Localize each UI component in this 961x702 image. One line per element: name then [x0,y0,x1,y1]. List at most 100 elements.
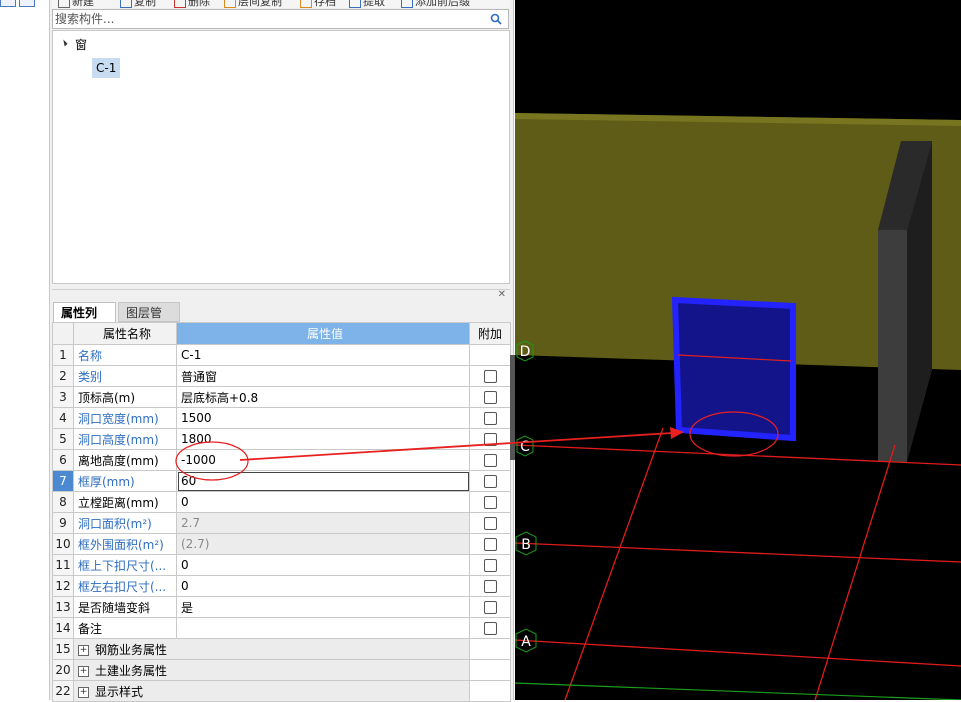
property-value[interactable]: -1000 [176,449,470,471]
header-attach[interactable]: 附加 [469,322,511,345]
table-row[interactable]: 12 框左右扣尺寸(... 0 [52,575,511,597]
property-value[interactable] [176,617,470,639]
row-number: 6 [52,449,74,471]
attach-cell [469,533,511,555]
axis-label-c-text: C [520,439,530,455]
table-row[interactable]: 14 备注 [52,617,511,639]
property-name: 名称 [73,344,177,366]
property-value[interactable]: 0 [176,491,470,513]
row-number: 15 [52,638,74,660]
table-row[interactable]: 9 洞口面积(m²) 2.7 [52,512,511,534]
property-value[interactable]: 层底标高+0.8 [176,386,470,408]
attach-checkbox[interactable] [483,433,497,446]
close-icon[interactable]: ✕ [498,289,506,300]
table-row[interactable]: 11 框上下扣尺寸(... 0 [52,554,511,576]
strip-button-1[interactable] [0,0,16,7]
tab-layer-management[interactable]: 图层管理 [118,302,180,340]
attach-cell [469,575,511,597]
property-name: 框外围面积(m²) [73,533,177,555]
table-row[interactable]: 4 洞口宽度(mm) 1500 [52,407,511,429]
attach-cell [469,365,511,387]
attach-checkbox[interactable] [483,496,497,509]
expand-icon[interactable]: + [78,686,89,698]
attach-checkbox[interactable] [483,391,497,404]
property-panel-header: ✕ [52,289,510,301]
attach-checkbox[interactable] [483,475,497,488]
tab-property-list[interactable]: 属性列表 [53,302,116,340]
attach-cell [469,386,511,408]
group-label: 钢筋业务属性 [95,642,168,657]
3d-viewport[interactable]: D C B A [515,0,961,700]
table-row[interactable]: 5 洞口高度(mm) 1800 [52,428,511,450]
table-row[interactable]: 13 是否随墙变斜是 [52,596,511,618]
attach-checkbox[interactable] [483,580,497,593]
toolbar-prefix-suffix-button[interactable]: 添加前后缀 [401,0,470,8]
search-input[interactable] [53,10,485,28]
group-header[interactable]: + 土建业务属性 [73,659,470,681]
axis-label-d-text: D [520,344,531,360]
table-row[interactable]: 7 框厚(mm) 60 [52,470,511,492]
toolbar-new-button[interactable]: 新建 [58,0,94,8]
row-number: 1 [52,344,74,366]
header-property-value[interactable]: 属性值 [176,322,470,345]
group-label: 土建业务属性 [95,663,168,678]
attach-checkbox[interactable] [483,538,497,551]
table-row[interactable]: 10 框外围面积(m²) (2.7) [52,533,511,555]
toolbar-floor-copy-button[interactable]: 层间复制 [224,0,282,8]
table-row[interactable]: 1 名称 C-1 [52,344,511,366]
group-row[interactable]: 15 + 钢筋业务属性 [52,638,511,660]
attach-cell [469,659,511,681]
attach-checkbox[interactable] [483,601,497,614]
attach-cell [469,596,511,618]
property-value[interactable]: 0 [176,575,470,597]
toolbar-copy-button[interactable]: 复制 [120,0,156,8]
attach-checkbox[interactable] [483,412,497,425]
window-c1[interactable] [675,300,793,438]
row-number: 10 [52,533,74,555]
attach-checkbox[interactable] [483,370,497,383]
toolbar-archive-button[interactable]: 存档 [300,0,336,8]
delete-icon [174,0,186,8]
property-value[interactable]: 0 [176,554,470,576]
group-row[interactable]: 20 + 土建业务属性 [52,659,511,681]
row-number: 22 [52,680,74,702]
table-row[interactable]: 2 类别 普通窗 [52,365,511,387]
row-number: 13 [52,596,74,618]
toolbar-extract-button[interactable]: 提取 [349,0,385,8]
expand-icon[interactable]: + [78,644,89,656]
property-value[interactable]: 普通窗 [176,365,470,387]
search-icon[interactable] [490,13,502,25]
header-property-name[interactable]: 属性名称 [73,322,177,345]
attach-checkbox[interactable] [483,517,497,530]
expand-icon[interactable]: + [78,665,89,677]
tree-node-window[interactable]: 窗 [75,36,87,53]
property-value[interactable]: 是 [176,596,470,618]
table-row[interactable]: 3 顶标高(m) 层底标高+0.8 [52,386,511,408]
property-value[interactable]: 60 [176,470,470,492]
tree-node-c1[interactable]: C-1 [92,58,121,78]
strip-button-2[interactable] [19,0,35,7]
table-row[interactable]: 6 离地高度(mm) -1000 [52,449,511,471]
property-name: 洞口面积(m²) [73,512,177,534]
row-number: 5 [52,428,74,450]
property-value[interactable]: C-1 [176,344,470,366]
attach-checkbox[interactable] [483,622,497,635]
left-strip [0,0,49,700]
floor-copy-icon [224,0,236,8]
collapse-triangle-icon[interactable] [60,39,68,47]
group-header[interactable]: + 钢筋业务属性 [73,638,470,660]
property-value[interactable]: 1800 [176,428,470,450]
property-name: 框上下扣尺寸(... [73,554,177,576]
attach-checkbox[interactable] [483,454,497,467]
group-row[interactable]: 22 + 显示样式 [52,680,511,702]
attach-cell [469,407,511,429]
row-number: 11 [52,554,74,576]
property-value[interactable]: 2.7 [176,512,470,534]
group-header[interactable]: + 显示样式 [73,680,470,702]
property-value[interactable]: 1500 [176,407,470,429]
table-row[interactable]: 8 立樘距离(mm) 0 [52,491,511,513]
toolbar-delete-button[interactable]: 删除 [174,0,210,8]
attach-checkbox[interactable] [483,559,497,572]
attach-cell [469,449,511,471]
property-value[interactable]: (2.7) [176,533,470,555]
